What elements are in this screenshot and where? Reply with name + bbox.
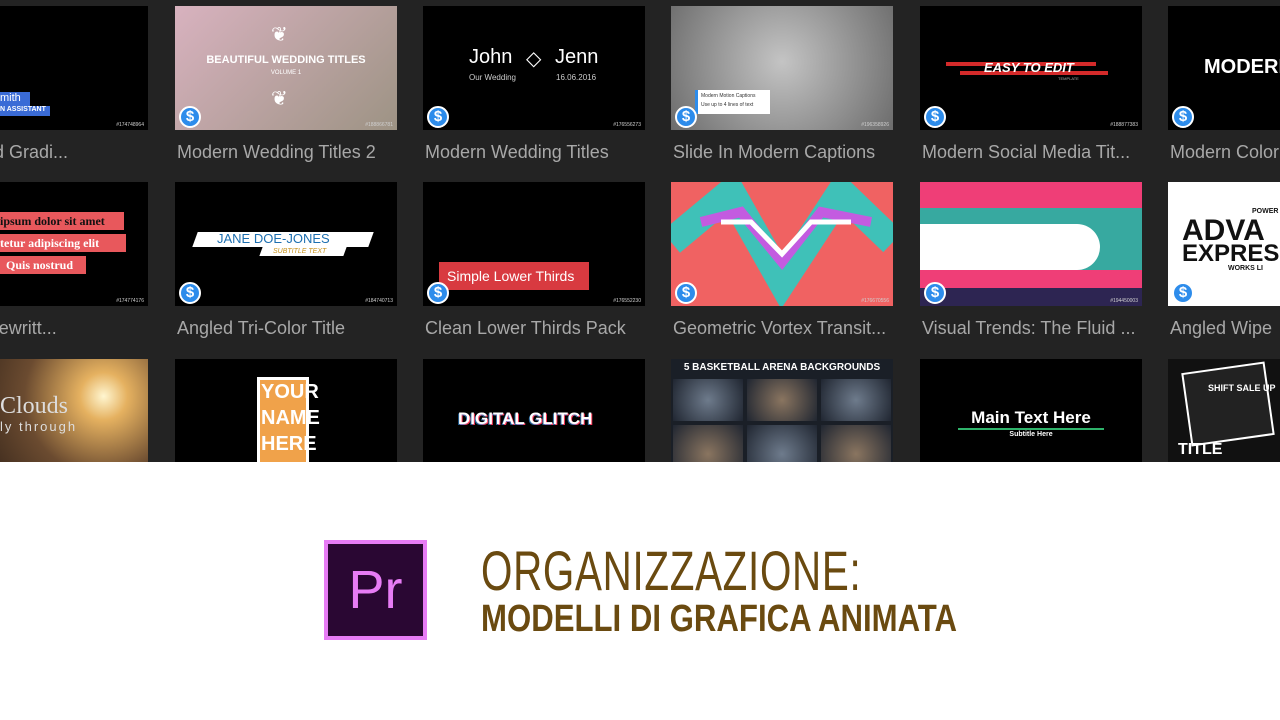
thumb-text: Main Text Here xyxy=(971,408,1091,427)
thumb-text: Modern Motion Captions xyxy=(701,93,756,99)
thumb-text: VOLUME 1 xyxy=(270,70,302,76)
thumb-text: HERE xyxy=(261,433,317,455)
thumb-text: SHIFT SALE UP xyxy=(1208,383,1276,393)
template-title: Modern Wedding Titles 2 xyxy=(177,142,376,162)
template-title: Geometric Vortex Transit... xyxy=(673,318,887,338)
template-thumbnail[interactable]: mith N ASSISTANT #174748964 xyxy=(0,6,148,130)
thumb-text: NAME xyxy=(261,407,320,429)
template-thumbnail[interactable]: Main Text Here Subtitle Here xyxy=(920,359,1142,462)
template-thumbnail[interactable]: YOUR NAME HERE xyxy=(175,359,397,462)
heading-line-1: ORGANIZZAZIONE: xyxy=(481,539,862,602)
template-thumbnail[interactable]: John ◇ Jenn Our Wedding 16.06.2016 $ #17… xyxy=(423,6,645,130)
template-title: Modern Wedding Titles xyxy=(425,142,609,162)
dollar-icon: $ xyxy=(179,106,201,128)
template-title: Modern Color xyxy=(1170,142,1280,162)
template-title: Angled Wipe xyxy=(1170,318,1273,338)
stock-id: #188877383 xyxy=(1110,122,1138,128)
template-thumbnail[interactable]: Modern Motion Captions Use up to 4 lines… xyxy=(671,6,893,130)
template-thumbnail[interactable]: DIGITAL GLITCH DIGITAL GLITCH DIGITAL GL… xyxy=(423,359,645,462)
template-thumbnail[interactable]: MODERN $ xyxy=(1168,6,1280,130)
thumb-text: Subtitle Here xyxy=(1009,431,1053,438)
dollar-icon: $ xyxy=(1172,106,1194,128)
thumb-text: Use up to 4 lines of text xyxy=(701,102,754,108)
thumb-text: YOUR xyxy=(261,381,319,403)
thumb-text: BEAUTIFUL WEDDING TITLES xyxy=(206,54,366,66)
thumb-text: DIGITAL GLITCH xyxy=(458,409,593,428)
dollar-icon: $ xyxy=(179,282,201,304)
stock-id: #176552230 xyxy=(613,298,641,304)
template-title: Slide In Modern Captions xyxy=(673,142,876,162)
dollar-icon: $ xyxy=(427,106,449,128)
premiere-pro-logo: Pr xyxy=(324,540,427,640)
template-thumbnail[interactable]: SHIFT SALE UP TITLE xyxy=(1168,359,1280,462)
thumb-text: 5 BASKETBALL ARENA BACKGROUNDS xyxy=(683,362,881,373)
thumb-text: MODERN xyxy=(1204,56,1280,78)
thumb-text: EASY TO EDIT xyxy=(984,60,1074,75)
dollar-icon: $ xyxy=(924,106,946,128)
template-thumbnail[interactable]: $ #176670556 xyxy=(671,182,893,306)
template-title: Animated Gradi... xyxy=(0,142,69,162)
stock-id: #176556273 xyxy=(613,122,641,128)
dollar-icon: $ xyxy=(675,106,697,128)
template-title: Clean Lower Thirds Pack xyxy=(425,318,626,338)
template-title: Modern Social Media Tit... xyxy=(922,142,1131,162)
thumb-text: SUBTITLE TEXT xyxy=(273,248,327,255)
thumb-text: JANE DOE-JONES xyxy=(217,231,330,246)
ornament-icon: ❦ xyxy=(271,88,288,110)
thumb-text: Simple Lower Thirds xyxy=(447,268,575,284)
stock-id: #174774176 xyxy=(116,298,144,304)
template-thumbnail[interactable]: Clouds ly through xyxy=(0,359,148,462)
stock-id: #176670556 xyxy=(861,298,889,304)
thumb-text: Jenn xyxy=(555,46,599,68)
stock-id: #194450003 xyxy=(1110,298,1138,304)
template-title: Visual Trends: The Fluid ... xyxy=(922,318,1136,338)
vortex-graphic xyxy=(671,182,893,306)
logo-text: Pr xyxy=(348,560,403,620)
dollar-icon: $ xyxy=(1172,282,1194,304)
ornament-icon: ❦ xyxy=(271,24,288,46)
dollar-icon: $ xyxy=(675,282,697,304)
template-thumbnail[interactable]: POWER ADVA EXPRES WORKS LI $ xyxy=(1168,182,1280,306)
stock-id: #188866781 xyxy=(365,122,393,128)
thumb-text: Our Wedding xyxy=(469,73,516,82)
thumb-text: John xyxy=(469,46,513,68)
dollar-icon: $ xyxy=(924,282,946,304)
stock-id: #184740713 xyxy=(365,298,393,304)
thumb-text: tetur adipiscing elit xyxy=(0,236,100,250)
stock-id: #196358926 xyxy=(861,122,889,128)
thumb-text: mith xyxy=(0,92,21,104)
thumb-text: TEMPLATE xyxy=(1058,76,1079,81)
thumb-text: 16.06.2016 xyxy=(556,73,597,82)
thumb-text: ly through xyxy=(0,419,78,434)
thumb-text: Clouds xyxy=(0,393,69,419)
template-browser-panel: mith N ASSISTANT #174748964 Animated Gra… xyxy=(0,0,1280,462)
template-thumbnail[interactable]: ipsum dolor sit amet tetur adipiscing el… xyxy=(0,182,148,306)
dollar-icon: $ xyxy=(427,282,449,304)
thumb-text: EXPRES xyxy=(1182,240,1280,267)
stock-id: #174748964 xyxy=(116,122,144,128)
template-title: Angled Tri-Color Title xyxy=(177,318,346,338)
heading-line-2: MODELLI DI GRAFICA ANIMATA xyxy=(481,598,957,640)
thumb-text: TITLE xyxy=(1178,441,1223,458)
template-thumbnail[interactable]: 5 BASKETBALL ARENA BACKGROUNDS xyxy=(671,359,893,462)
diamond-icon: ◇ xyxy=(526,48,542,70)
template-thumbnail[interactable]: EASY TO EDIT TEMPLATE $ #188877383 xyxy=(920,6,1142,130)
thumb-text: N ASSISTANT xyxy=(0,106,46,113)
template-thumbnail[interactable]: $ #194450003 xyxy=(920,182,1142,306)
template-thumbnail[interactable]: BEAUTIFUL WEDDING TITLES VOLUME 1 ❦ ❦ $ … xyxy=(175,6,397,130)
thumb-text: Quis nostrud xyxy=(6,258,74,272)
template-thumbnail[interactable]: Simple Lower Thirds $ #176552230 xyxy=(423,182,645,306)
template-thumbnail[interactable]: JANE DOE-JONES SUBTITLE TEXT $ #18474071… xyxy=(175,182,397,306)
thumb-text: WORKS LI xyxy=(1228,265,1263,272)
thumb-text: ipsum dolor sit amet xyxy=(0,214,105,228)
template-title: izing Typewritt... xyxy=(0,318,57,338)
